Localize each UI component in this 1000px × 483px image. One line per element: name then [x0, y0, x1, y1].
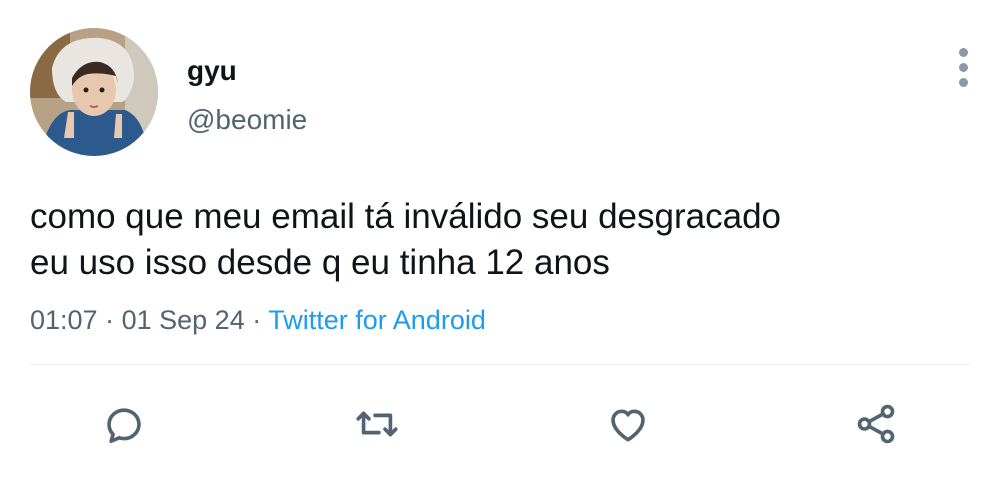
tweet-text: como que meu email tá inválido seu desgr…: [30, 194, 970, 286]
avatar[interactable]: [30, 28, 158, 156]
tweet-date[interactable]: 01 Sep 24: [122, 305, 245, 335]
reply-icon: [107, 408, 141, 444]
retweet-button[interactable]: [351, 398, 403, 450]
more-dot-icon: [958, 62, 968, 72]
more-dot-icon: [958, 47, 968, 57]
tweet-text-line: como que meu email tá inválido seu desgr…: [30, 197, 781, 236]
tweet-meta: 01:07 · 01 Sep 24 · Twitter for Android: [30, 303, 486, 337]
more-options-button[interactable]: [948, 42, 978, 92]
like-button[interactable]: [602, 398, 654, 450]
meta-separator: ·: [252, 305, 262, 335]
tweet-text-line: eu uso isso desde q eu tinha 12 anos: [30, 243, 610, 282]
divider: [30, 364, 970, 365]
share-button[interactable]: [850, 398, 902, 450]
more-dot-icon: [958, 77, 968, 87]
retweet-icon: [356, 411, 398, 437]
share-icon: [857, 404, 895, 444]
tweet-time[interactable]: 01:07: [30, 305, 98, 335]
tweet-source-link[interactable]: Twitter for Android: [268, 305, 486, 335]
display-name[interactable]: gyu: [187, 54, 237, 88]
user-handle[interactable]: @beomie: [187, 103, 307, 137]
heart-icon: [611, 409, 645, 442]
reply-button[interactable]: [98, 398, 150, 450]
meta-separator: ·: [105, 305, 115, 335]
profile-photo-icon: [30, 28, 158, 156]
